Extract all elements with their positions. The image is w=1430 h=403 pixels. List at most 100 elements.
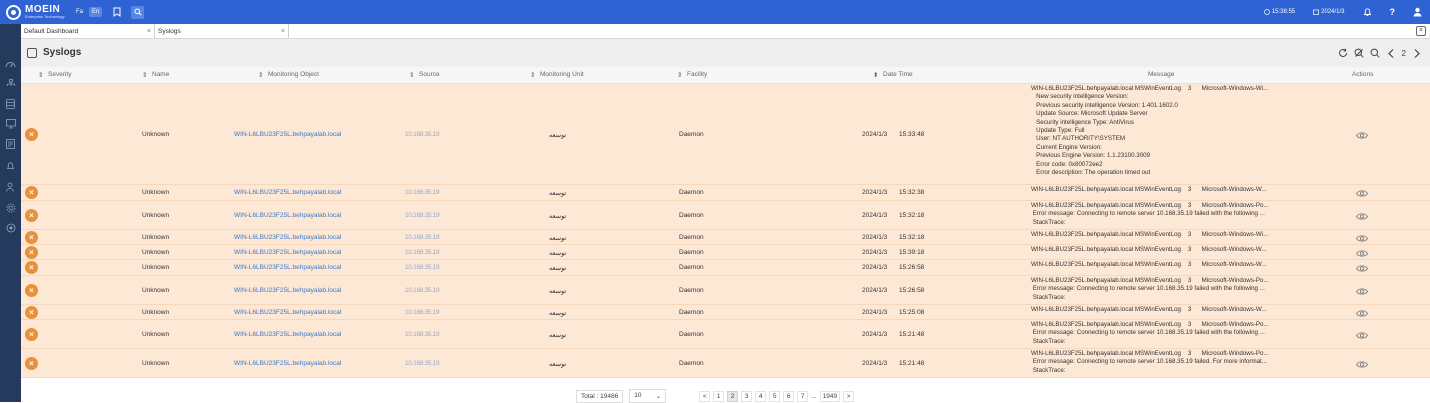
bookmark-icon[interactable]	[110, 6, 123, 19]
settings-icon[interactable]	[5, 202, 16, 213]
page-size-select[interactable]: 10 ⌄	[629, 389, 667, 403]
next-page-icon[interactable]	[1412, 48, 1422, 58]
monitoring-object-link[interactable]: WIN-L6LBU23F25L.behpayalab.local	[234, 360, 341, 367]
monitoring-object-link[interactable]: WIN-L6LBU23F25L.behpayalab.local	[234, 264, 341, 271]
monitoring-object-link[interactable]: WIN-L6LBU23F25L.behpayalab.local	[234, 212, 341, 219]
network-icon[interactable]	[5, 78, 16, 89]
view-eye-icon[interactable]	[1356, 264, 1368, 273]
monitoring-object-link[interactable]: WIN-L6LBU23F25L.behpayalab.local	[234, 249, 341, 256]
clear-filter-icon[interactable]	[1354, 48, 1364, 58]
close-all-tabs-icon[interactable]: ×	[1416, 26, 1426, 36]
facility: Daemon	[679, 131, 704, 138]
search-icon[interactable]	[1370, 48, 1380, 58]
user-icon[interactable]	[1413, 7, 1422, 17]
row-name: Unknown	[142, 189, 170, 196]
lang-fa-button[interactable]: Fa	[73, 7, 86, 17]
table-row[interactable]: × Unknown WIN-L6LBU23F25L.behpayalab.local…	[21, 201, 1430, 230]
next-page-button[interactable]: >	[843, 390, 855, 402]
prev-page-button[interactable]: <	[699, 390, 711, 402]
monitoring-unit: توسعه	[549, 332, 567, 339]
tab-default-dashboard[interactable]: Default Dashboard ×	[21, 24, 155, 38]
row-time: 15:33:48	[899, 131, 925, 138]
page-button[interactable]: 4	[755, 390, 767, 402]
table-row[interactable]: × Unknown WIN-L6LBU23F25L.behpayalab.local…	[21, 305, 1430, 320]
table-row[interactable]: × Unknown WIN-L6LBU23F25L.behpayalab.local…	[21, 84, 1430, 185]
syslog-list-icon	[27, 48, 37, 58]
monitor-icon[interactable]	[5, 118, 16, 129]
search-icon[interactable]	[131, 5, 145, 19]
view-eye-icon[interactable]	[1356, 212, 1368, 221]
row-time: 15:39:18	[899, 249, 925, 256]
monitoring-object-link[interactable]: WIN-L6LBU23F25L.behpayalab.local	[234, 331, 341, 338]
column-source[interactable]: Source	[419, 71, 440, 78]
source-ip: 10.168.35.19	[405, 189, 440, 196]
view-eye-icon[interactable]	[1356, 131, 1368, 140]
sort-icon[interactable]: ⇕	[409, 71, 414, 79]
tab-syslogs[interactable]: Syslogs ×	[155, 24, 289, 38]
page-button-last[interactable]: 1949	[819, 390, 841, 402]
refresh-icon[interactable]	[1338, 48, 1348, 58]
page-button[interactable]: 5	[769, 390, 781, 402]
logo-tagline: Enterprise Technology	[25, 14, 65, 19]
help-icon[interactable]: ?	[1390, 7, 1396, 17]
dashboard-icon[interactable]	[5, 58, 16, 69]
sort-icon[interactable]: ⇕	[677, 71, 682, 79]
total-value: 19486	[600, 392, 619, 400]
view-eye-icon[interactable]	[1356, 234, 1368, 243]
database-icon[interactable]	[5, 98, 16, 109]
clock-time: 15:38:55	[1271, 9, 1296, 15]
row-date: 2024/1/3	[862, 264, 888, 271]
row-name: Unknown	[142, 264, 170, 271]
page-button[interactable]: 3	[741, 390, 753, 402]
severity-error-icon: ×	[25, 284, 38, 297]
table-row[interactable]: × Unknown WIN-L6LBU23F25L.behpayalab.local…	[21, 260, 1430, 276]
sort-icon[interactable]: ⇕	[258, 71, 263, 79]
column-date-time[interactable]: Date Time	[883, 71, 913, 78]
lang-en-button[interactable]: En	[89, 7, 103, 17]
alert-bell-icon[interactable]	[5, 160, 16, 171]
monitoring-object-link[interactable]: WIN-L6LBU23F25L.behpayalab.local	[234, 309, 341, 316]
column-severity[interactable]: Severity	[48, 71, 71, 78]
table-row[interactable]: × Unknown WIN-L6LBU23F25L.behpayalab.local…	[21, 349, 1430, 378]
monitoring-object-link[interactable]: WIN-L6LBU23F25L.behpayalab.local	[234, 287, 341, 294]
page-button[interactable]: 6	[783, 390, 795, 402]
view-eye-icon[interactable]	[1356, 249, 1368, 258]
page-button[interactable]: 7	[797, 390, 809, 402]
table-row[interactable]: × Unknown WIN-L6LBU23F25L.behpayalab.local…	[21, 230, 1430, 245]
sort-desc-icon[interactable]: ⬍	[873, 71, 878, 79]
view-eye-icon[interactable]	[1356, 331, 1368, 340]
facility: Daemon	[679, 234, 704, 241]
sort-icon[interactable]: ⇕	[38, 71, 43, 79]
page-button[interactable]: 1	[713, 390, 725, 402]
prev-page-icon[interactable]	[1386, 48, 1396, 58]
admin-settings-icon[interactable]	[5, 222, 16, 233]
column-monitoring-unit[interactable]: Monitoring Unit	[540, 71, 584, 78]
sort-icon[interactable]: ⇕	[142, 71, 147, 79]
monitoring-unit: توسعه	[549, 213, 567, 220]
view-eye-icon[interactable]	[1356, 189, 1368, 198]
monitoring-object-link[interactable]: WIN-L6LBU23F25L.behpayalab.local	[234, 189, 341, 196]
facility: Daemon	[679, 287, 704, 294]
row-message: WIN-L6LBU23F25L.behpayalab.local MSWinEv…	[1031, 321, 1269, 345]
column-name[interactable]: Name	[152, 71, 169, 78]
view-eye-icon[interactable]	[1356, 309, 1368, 318]
document-icon[interactable]	[5, 138, 16, 149]
monitoring-object-link[interactable]: WIN-L6LBU23F25L.behpayalab.local	[234, 234, 341, 241]
tab-close-icon[interactable]: ×	[281, 28, 285, 35]
page-button-current[interactable]: 2	[727, 390, 739, 402]
sort-icon[interactable]: ⇕	[530, 71, 535, 79]
tab-close-icon[interactable]: ×	[147, 28, 151, 35]
table-row[interactable]: × Unknown WIN-L6LBU23F25L.behpayalab.local…	[21, 320, 1430, 349]
monitoring-object-link[interactable]: WIN-L6LBU23F25L.behpayalab.local	[234, 131, 341, 138]
users-icon[interactable]	[5, 181, 16, 192]
column-facility[interactable]: Facility	[687, 71, 707, 78]
table-row[interactable]: × Unknown WIN-L6LBU23F25L.behpayalab.local…	[21, 276, 1430, 305]
column-monitoring-object[interactable]: Monitoring Object	[268, 71, 319, 78]
table-row[interactable]: × Unknown WIN-L6LBU23F25L.behpayalab.local…	[21, 245, 1430, 260]
view-eye-icon[interactable]	[1356, 360, 1368, 369]
app-logo[interactable]: MOEIN Enterprise Technology	[6, 4, 70, 20]
row-name: Unknown	[142, 212, 170, 219]
bell-icon[interactable]	[1363, 7, 1372, 17]
table-row[interactable]: × Unknown WIN-L6LBU23F25L.behpayalab.local…	[21, 185, 1430, 201]
view-eye-icon[interactable]	[1356, 287, 1368, 296]
